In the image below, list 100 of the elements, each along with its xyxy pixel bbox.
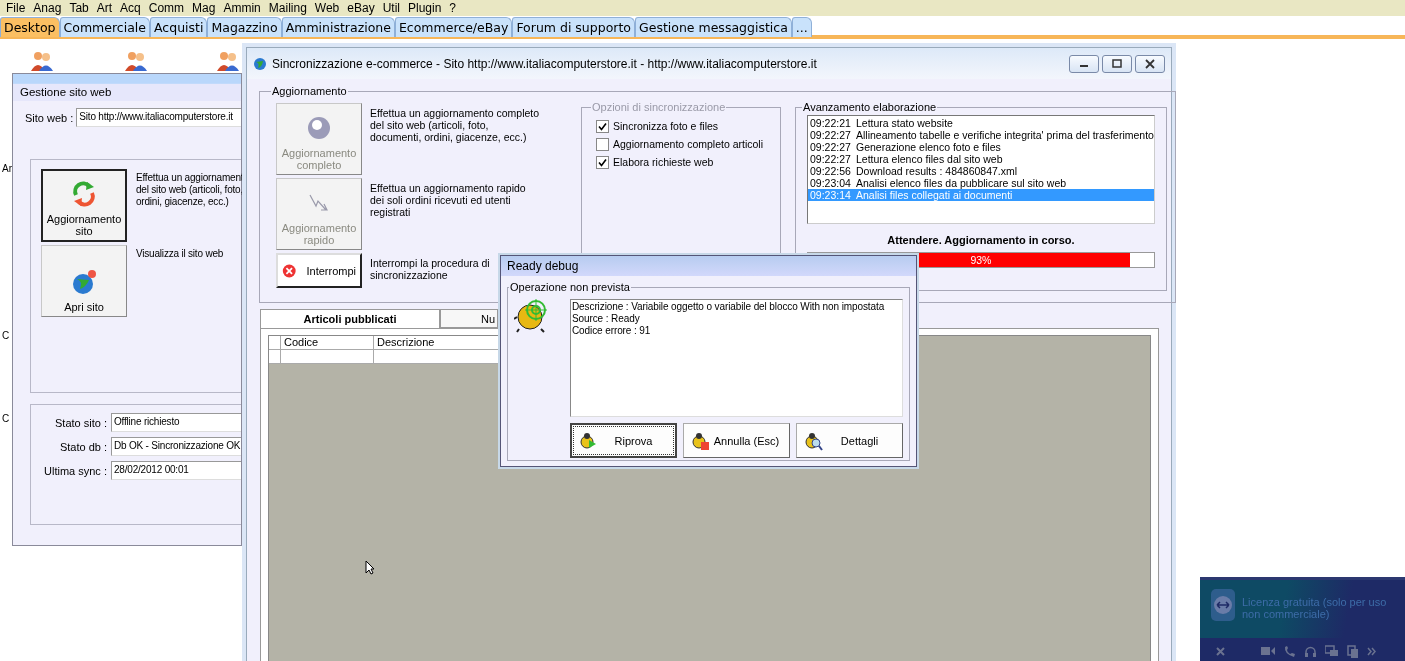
checkbox-label: Sincronizza foto e files [613, 120, 719, 132]
menu-item[interactable]: Mailing [266, 1, 313, 15]
users-icon[interactable] [216, 50, 240, 72]
log-message: Analisi elenco files da pubblicare sul sito web [856, 177, 1067, 189]
log-time: 09:22:27 [810, 141, 852, 153]
action-button[interactable]: Aggiornamento sito [41, 169, 127, 242]
field-label: Stato db : [58, 440, 107, 453]
progress-status: Attendere. Aggiornamento in corso. [886, 234, 1076, 246]
desktop-icon-label: C [2, 330, 10, 341]
error-message: Descrizione : Variabile oggetto o variabile del blocco With non impostata Source : Ready Codice errore : 91 [570, 299, 903, 417]
copy-icon [1347, 644, 1359, 658]
tab[interactable]: Ecommerce/eBay [394, 17, 513, 37]
checkbox-label: Aggiornamento completo articoli [613, 138, 763, 150]
desktop-icon-label: Ar [2, 163, 12, 174]
video-camera-icon [1261, 646, 1275, 656]
tab[interactable]: Acquisti [150, 17, 208, 37]
tab[interactable]: ... [791, 17, 812, 37]
maximize-button[interactable] [1102, 54, 1132, 73]
menu-item[interactable]: eBay [345, 1, 381, 15]
status-field[interactable]: 28/02/2012 00:01 [111, 461, 241, 480]
log-row[interactable]: 09:23:04 Analisi elenco files da pubblicare sul sito web [808, 177, 1154, 189]
action-description: Effettua un aggiornamento completo del sito web (articoli, foto, documenti, ordini, giacenze, ecc.) [370, 106, 540, 143]
dialog-button[interactable]: Annulla (Esc) [683, 423, 790, 458]
menu-item[interactable]: Art [94, 1, 119, 15]
bug-stop-icon [690, 430, 710, 451]
field-label: Ultima sync : [43, 464, 107, 477]
menu-item[interactable]: Mag [190, 1, 222, 15]
menu-item[interactable]: Acq [118, 1, 147, 15]
site-field[interactable]: Sito http://www.italiacomputerstore.it [76, 108, 241, 127]
checkbox-label: Elabora richieste web [613, 156, 714, 168]
menu-item[interactable]: Ammin [221, 1, 267, 15]
window-title: Sincronizzazione e-commerce - Sito http://www.italiacomputerstore.it - http://www.italiacomputerstore.it [272, 56, 817, 71]
menu-item[interactable]: Web [312, 1, 346, 15]
log-message: Generazione elenco foto e files [856, 141, 1001, 153]
log-row[interactable]: 09:22:56 Download results : 484860847.xml [808, 165, 1154, 177]
log-time: 09:22:21 [810, 117, 852, 129]
menu-item[interactable]: File [4, 1, 32, 15]
headset-icon [1304, 644, 1317, 658]
bug-magnifier-icon [803, 430, 823, 451]
action-description: Effettua un aggiornament del sito web (articoli, foto, ordini, giacenze, ecc.) [136, 171, 244, 208]
bug-play-icon [578, 430, 598, 451]
menu-item[interactable]: Plugin [406, 1, 448, 15]
column-header[interactable]: Codice [281, 336, 374, 349]
tab[interactable]: Amministrazione [281, 17, 395, 37]
log-message: Lettura elenco files dal sito web [856, 153, 1003, 165]
status-field[interactable]: Offline richiesto [111, 413, 241, 432]
mouse-pointer-icon [365, 560, 375, 575]
refresh-arrows-icon [71, 181, 97, 207]
action-button[interactable]: Apri sito [41, 245, 127, 317]
log-time: 09:22:56 [810, 165, 852, 177]
log-row[interactable]: 09:22:27 Lettura elenco files dal sito web [808, 153, 1154, 165]
chat-icon [1325, 644, 1339, 658]
users-icon[interactable] [124, 50, 148, 72]
action-description: Effettua un aggiornamento rapido dei soli ordini ricevuti ed utenti registrati [370, 181, 527, 218]
double-arrow-logo-icon [1210, 588, 1236, 622]
close-icon [1145, 58, 1155, 69]
menu-item[interactable]: Tab [67, 1, 95, 15]
group-title: Opzioni di sincronizzazione [591, 101, 727, 113]
field-label: Sito web : [25, 111, 74, 124]
tab[interactable]: Forum di supporto [512, 17, 635, 37]
globe-icon [253, 56, 267, 71]
sphere-icon [306, 115, 332, 141]
progress-reading: 93% [969, 254, 993, 266]
status-field[interactable]: Db OK - Sincronizzazione OK [111, 437, 241, 456]
tab[interactable]: Magazzino [207, 17, 282, 37]
users-icon[interactable] [30, 50, 54, 72]
close-button[interactable] [1135, 54, 1165, 73]
restore-icon [1112, 59, 1122, 68]
tab[interactable]: Desktop [0, 17, 60, 37]
action-button[interactable]: Interrompi [276, 253, 362, 288]
globe-icon [71, 269, 97, 295]
tab[interactable]: Nu [440, 309, 498, 328]
tab[interactable]: Articoli pubblicati [260, 309, 440, 328]
bug-target-icon [514, 297, 550, 333]
menu-item[interactable]: Util [380, 1, 406, 15]
log-row[interactable]: 09:22:27 Allineamento tabelle e verifiche integrita' prima del trasferimento [808, 129, 1154, 141]
tab[interactable]: Commerciale [59, 17, 150, 37]
menu-item[interactable]: Anag [31, 1, 68, 15]
log-time: 09:22:27 [810, 153, 852, 165]
chevrons-right-icon [1367, 646, 1377, 656]
check-icon [598, 121, 607, 131]
log-message: Allineamento tabelle e verifiche integrita' prima del trasferimento [856, 129, 1154, 141]
phone-icon [1283, 644, 1296, 658]
log-message: Download results : 484860847.xml [856, 165, 1018, 177]
minimize-button[interactable] [1069, 54, 1099, 73]
log-row[interactable]: 09:22:21 Lettura stato website [808, 117, 1154, 129]
log-row[interactable]: 09:22:27 Generazione elenco foto e files [808, 141, 1154, 153]
menu-item[interactable]: ? [447, 1, 463, 15]
dialog-button[interactable]: Dettagli [796, 423, 903, 458]
log-time: 09:23:14 [810, 189, 852, 201]
menu-item[interactable]: Comm [146, 1, 191, 15]
action-description: Interrompi la procedura di sincronizzazione [370, 256, 491, 281]
dialog-title: Ready debug [507, 259, 579, 273]
tab[interactable]: Gestione messaggistica [635, 17, 792, 37]
group-title: Avanzamento elaborazione [802, 101, 938, 113]
log-time: 09:22:27 [810, 129, 852, 141]
group-title: Aggiornamento [271, 85, 348, 97]
check-icon [598, 157, 607, 167]
dialog-button[interactable]: Riprova [570, 423, 677, 458]
window-title: Gestione sito web [20, 86, 112, 98]
